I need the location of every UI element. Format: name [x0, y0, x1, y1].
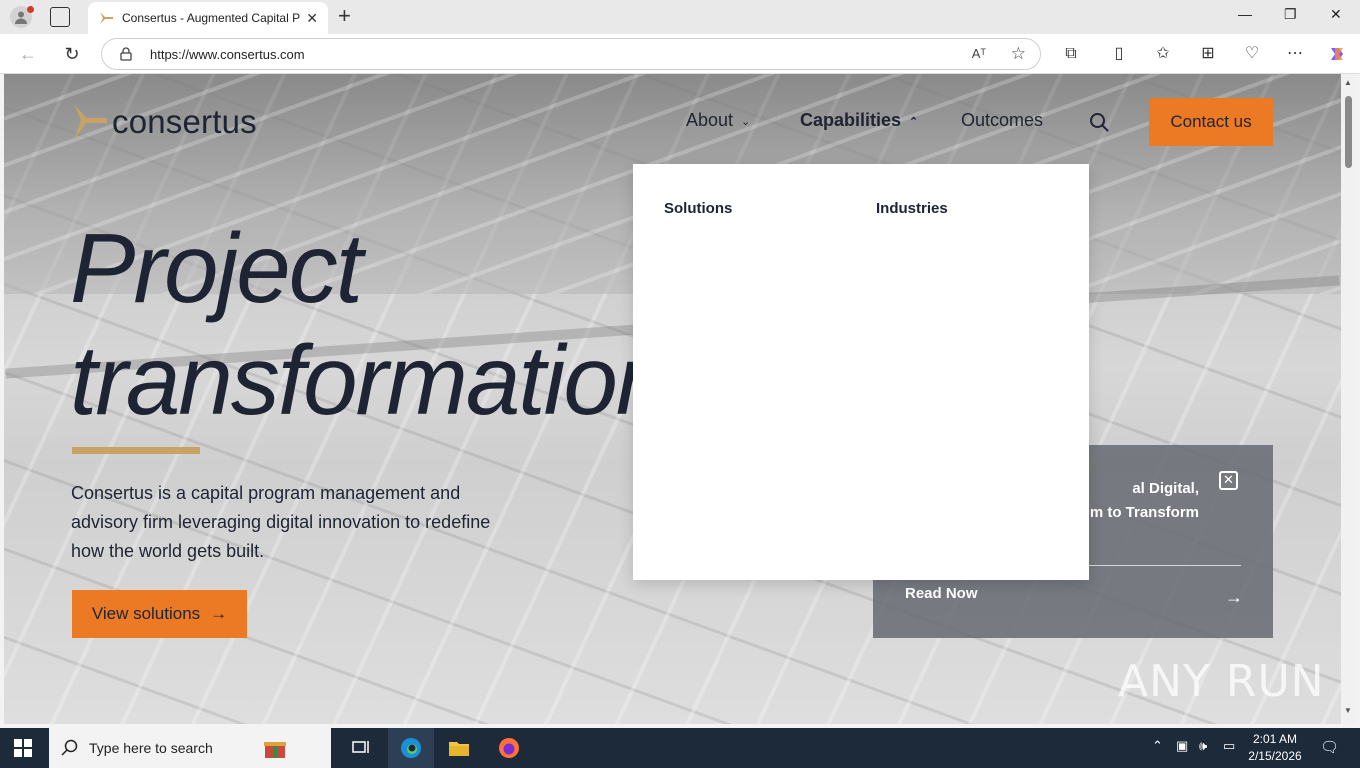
hero-description: Consertus is a capital program managemen…	[71, 483, 491, 561]
taskbar-search-placeholder: Type here to search	[89, 740, 213, 756]
edge-icon[interactable]	[399, 736, 423, 760]
dropdown-solutions-heading[interactable]: Solutions	[664, 200, 732, 217]
close-icon[interactable]: ✕	[1219, 471, 1238, 490]
capabilities-dropdown: Solutions Industries	[633, 164, 1089, 580]
nav-about[interactable]: About ⌄	[686, 110, 750, 131]
windows-taskbar: Type here to search ⌃ ▣ 🕪 ▭ 2:01 AM 2/15…	[0, 728, 1360, 768]
restore-button[interactable]: ❐	[1284, 6, 1297, 23]
tab-title: Consertus - Augmented Capital P	[122, 11, 301, 25]
tray-chevron-up-icon[interactable]: ⌃	[1152, 738, 1163, 754]
split-screen-icon[interactable]: ▯	[1109, 44, 1129, 64]
search-icon	[61, 739, 78, 756]
view-solutions-label: View solutions	[91, 604, 201, 623]
hero-title-line1: Project	[70, 213, 363, 323]
browser-tab[interactable]: Consertus - Augmented Capital P ✕	[88, 2, 328, 34]
url-text: https://www.consertus.com	[150, 47, 305, 62]
favorite-star-icon[interactable]: ☆	[1011, 44, 1026, 64]
hero-title-line2: transformation	[70, 325, 670, 435]
nav-capabilities-label: Capabilities	[800, 110, 902, 130]
lock-icon	[120, 47, 132, 61]
file-explorer-icon[interactable]	[447, 736, 471, 760]
volume-icon[interactable]: 🕪	[1199, 738, 1207, 754]
scroll-down-icon[interactable]: ▼	[1344, 706, 1352, 715]
contact-us-button[interactable]: Contact us	[1149, 98, 1273, 146]
more-menu-icon[interactable]: ⋯	[1285, 44, 1305, 64]
chevron-down-icon: ⌄	[741, 115, 751, 128]
scrollbar-thumb[interactable]	[1345, 96, 1352, 168]
meet-now-icon[interactable]: ▣	[1176, 738, 1188, 754]
site-logo[interactable]: consertus	[72, 102, 257, 142]
windows-start-icon[interactable]	[14, 739, 32, 757]
minimize-button[interactable]: —	[1238, 6, 1252, 22]
anyrun-watermark: ANY RUN	[1118, 656, 1325, 707]
dropdown-industries-heading[interactable]: Industries	[876, 200, 948, 217]
arrow-right-icon: →	[210, 604, 228, 623]
tab-close-icon[interactable]: ✕	[306, 10, 318, 27]
arrow-right-icon[interactable]: →	[1225, 587, 1243, 608]
read-now-link[interactable]: Read Now	[905, 585, 978, 602]
logo-wordmark: consertus	[112, 103, 257, 140]
consertus-favicon-icon	[100, 12, 113, 24]
close-window-button[interactable]: ✕	[1330, 6, 1342, 23]
hero-divider	[72, 447, 200, 454]
page-viewport: consertus About ⌄ Capabilities ⌃ Outcomes …	[4, 74, 1341, 724]
favorites-icon[interactable]: ✩	[1153, 44, 1173, 64]
firefox-icon[interactable]	[497, 736, 521, 760]
notification-dot	[27, 6, 34, 13]
collections-icon[interactable]: ⊞	[1198, 44, 1218, 64]
hero-title: Project transformation	[70, 212, 670, 436]
address-bar[interactable]: https://www.consertus.com Aᵀ ☆	[101, 38, 1041, 70]
taskbar-search[interactable]: Type here to search	[49, 728, 331, 768]
nav-about-label: About	[686, 110, 734, 130]
copilot-icon[interactable]	[1327, 44, 1347, 64]
view-solutions-button[interactable]: View solutions →	[72, 590, 247, 638]
notification-icon[interactable]: 🗨	[1320, 738, 1339, 756]
system-clock[interactable]: 2:01 AM 2/15/2026	[1245, 731, 1305, 765]
browser-essentials-icon[interactable]: ♡	[1242, 44, 1262, 64]
address-toolbar: ← ↻ https://www.consertus.com Aᵀ ☆ ⧉ ▯ ✩…	[0, 34, 1360, 74]
scroll-up-icon[interactable]: ▲	[1344, 78, 1352, 87]
search-icon[interactable]	[1089, 112, 1109, 132]
extensions-icon[interactable]: ⧉	[1061, 44, 1081, 64]
network-icon[interactable]: ▭	[1223, 738, 1235, 754]
nav-capabilities[interactable]: Capabilities ⌃	[800, 110, 918, 131]
new-tab-button[interactable]: +	[338, 4, 351, 28]
chevron-up-icon: ⌃	[909, 115, 919, 128]
page-scrollbar[interactable]: ▲ ▼	[1341, 74, 1356, 724]
back-arrow-icon[interactable]: ←	[17, 43, 39, 65]
clock-time: 2:01 AM	[1252, 732, 1298, 746]
read-aloud-icon[interactable]: Aᵀ	[972, 46, 986, 61]
refresh-icon[interactable]: ↻	[61, 43, 83, 65]
nav-outcomes[interactable]: Outcomes	[961, 110, 1043, 131]
task-view-icon[interactable]	[349, 736, 373, 760]
gift-icon[interactable]	[263, 736, 287, 760]
clock-date: 2/15/2026	[1248, 749, 1302, 763]
browser-tab-bar: Consertus - Augmented Capital P ✕ + — ❐ …	[0, 0, 1360, 34]
tab-actions-icon[interactable]	[50, 7, 70, 27]
consertus-logo-icon	[74, 104, 107, 140]
